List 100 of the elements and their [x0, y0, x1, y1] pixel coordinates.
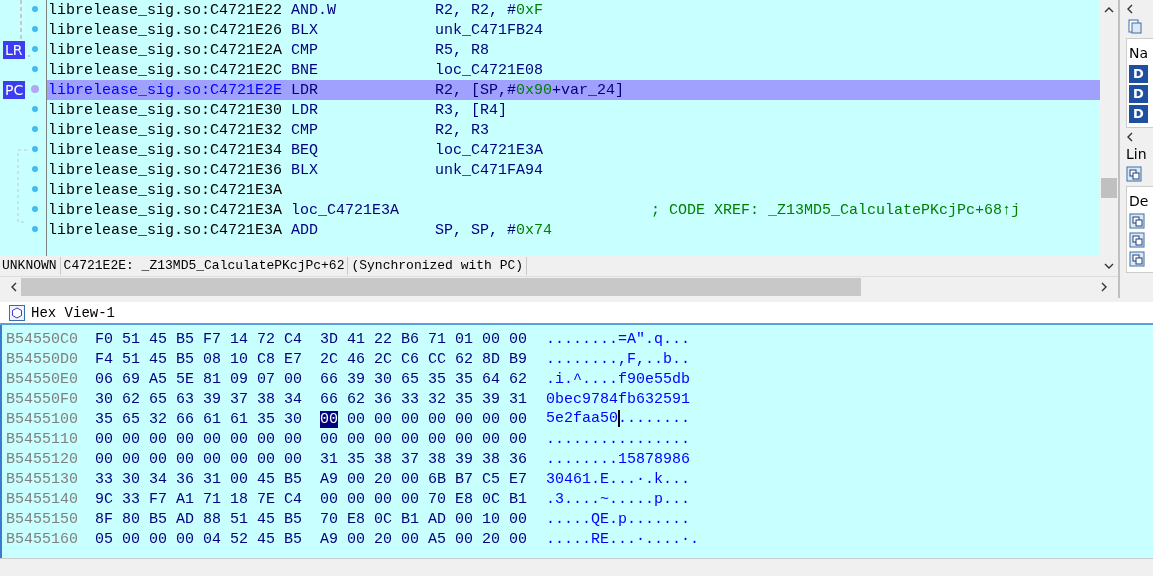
- hex-byte[interactable]: CC: [428, 350, 446, 368]
- hex-byte[interactable]: 00: [320, 490, 338, 508]
- hex-byte[interactable]: 35: [257, 410, 275, 428]
- hex-byte[interactable]: 00: [257, 450, 275, 468]
- hex-byte[interactable]: 00: [455, 410, 473, 428]
- hex-byte[interactable]: F0: [95, 330, 113, 348]
- hex-byte[interactable]: 6B: [428, 470, 446, 488]
- hex-byte[interactable]: 00: [347, 490, 365, 508]
- hex-byte[interactable]: 20: [374, 470, 392, 488]
- breakpoint-dot[interactable]: [32, 6, 38, 12]
- hex-byte[interactable]: 51: [122, 330, 140, 348]
- hex-byte[interactable]: C4: [284, 490, 302, 508]
- hex-byte[interactable]: 36: [176, 470, 194, 488]
- hex-byte[interactable]: 9C: [95, 490, 113, 508]
- scroll-left-icon[interactable]: [1126, 4, 1133, 14]
- hex-byte[interactable]: 41: [347, 330, 365, 348]
- breakpoint-dot[interactable]: [32, 26, 38, 32]
- hex-byte[interactable]: 00: [482, 410, 500, 428]
- hex-byte[interactable]: 46: [347, 350, 365, 368]
- hex-byte[interactable]: 00: [347, 410, 365, 428]
- hex-byte[interactable]: 72: [257, 330, 275, 348]
- hex-byte[interactable]: 45: [149, 330, 167, 348]
- hex-byte[interactable]: 0C: [374, 510, 392, 528]
- hex-byte[interactable]: 70: [320, 510, 338, 528]
- hex-byte[interactable]: 00: [122, 450, 140, 468]
- hex-byte[interactable]: 00: [230, 450, 248, 468]
- panel-title[interactable]: Hex View-1: [31, 304, 115, 321]
- copy-icon[interactable]: [1129, 213, 1145, 229]
- hex-byte[interactable]: A9: [320, 530, 338, 548]
- scroll-left-icon[interactable]: [1126, 132, 1133, 142]
- hex-byte[interactable]: A5: [428, 530, 446, 548]
- hex-byte[interactable]: 45: [257, 510, 275, 528]
- hex-byte[interactable]: 35: [455, 390, 473, 408]
- hex-byte[interactable]: 00: [509, 430, 527, 448]
- hex-byte[interactable]: 00: [347, 470, 365, 488]
- hex-byte[interactable]: 00: [149, 430, 167, 448]
- hex-byte[interactable]: 30: [284, 410, 302, 428]
- hex-byte[interactable]: 00: [203, 450, 221, 468]
- hex-byte[interactable]: 35: [455, 370, 473, 388]
- hex-byte[interactable]: 39: [455, 450, 473, 468]
- hex-byte[interactable]: 38: [374, 450, 392, 468]
- hex-byte[interactable]: 00: [428, 410, 446, 428]
- hex-byte[interactable]: 00: [509, 530, 527, 548]
- hex-byte[interactable]: 66: [320, 390, 338, 408]
- hex-byte[interactable]: 35: [347, 450, 365, 468]
- hex-byte[interactable]: B5: [176, 350, 194, 368]
- hex-byte[interactable]: 00: [176, 430, 194, 448]
- hex-byte[interactable]: 00: [401, 490, 419, 508]
- hex-byte[interactable]: 00: [149, 530, 167, 548]
- data-item-icon[interactable]: D: [1129, 65, 1148, 83]
- hex-byte[interactable]: 37: [230, 390, 248, 408]
- hex-byte[interactable]: B1: [509, 490, 527, 508]
- hex-byte[interactable]: 30: [122, 470, 140, 488]
- hex-byte[interactable]: 00: [284, 450, 302, 468]
- hex-byte[interactable]: 32: [428, 390, 446, 408]
- hex-byte[interactable]: 00: [374, 410, 392, 428]
- hex-byte[interactable]: 45: [257, 470, 275, 488]
- hex-byte[interactable]: E7: [284, 350, 302, 368]
- hex-byte[interactable]: 33: [122, 490, 140, 508]
- breakpoint-dot[interactable]: [32, 226, 38, 232]
- scroll-down-icon[interactable]: [1104, 263, 1114, 270]
- breakpoint-dot[interactable]: [32, 166, 38, 172]
- hex-byte[interactable]: E8: [455, 490, 473, 508]
- hex-byte[interactable]: 31: [509, 390, 527, 408]
- hex-byte[interactable]: 01: [455, 330, 473, 348]
- hex-byte[interactable]: 51: [122, 350, 140, 368]
- hex-byte[interactable]: 00: [401, 410, 419, 428]
- hex-byte[interactable]: 88: [203, 510, 221, 528]
- hex-byte[interactable]: 00: [176, 530, 194, 548]
- hex-byte[interactable]: 5E: [176, 370, 194, 388]
- hex-byte[interactable]: 61: [203, 410, 221, 428]
- hex-byte[interactable]: C8: [257, 350, 275, 368]
- hex-byte[interactable]: E8: [347, 510, 365, 528]
- hex-byte[interactable]: 63: [176, 390, 194, 408]
- hex-byte[interactable]: 45: [149, 350, 167, 368]
- hex-byte[interactable]: 80: [122, 510, 140, 528]
- hex-byte[interactable]: 64: [482, 370, 500, 388]
- hex-byte[interactable]: 39: [203, 390, 221, 408]
- hex-byte[interactable]: 06: [95, 370, 113, 388]
- hex-byte[interactable]: 00: [347, 430, 365, 448]
- copy-icon[interactable]: [1129, 232, 1145, 248]
- breakpoint-dot[interactable]: [31, 85, 39, 93]
- hex-byte[interactable]: 33: [95, 470, 113, 488]
- copy-icon[interactable]: [1126, 166, 1142, 182]
- hex-byte[interactable]: E7: [509, 470, 527, 488]
- hex-byte[interactable]: 00: [122, 530, 140, 548]
- hex-byte[interactable]: 00: [455, 530, 473, 548]
- hex-byte[interactable]: 71: [203, 490, 221, 508]
- hex-byte[interactable]: 18: [230, 490, 248, 508]
- hex-byte[interactable]: 34: [149, 470, 167, 488]
- hex-byte[interactable]: 31: [203, 470, 221, 488]
- hex-byte[interactable]: 62: [122, 390, 140, 408]
- hex-byte[interactable]: 00: [401, 530, 419, 548]
- hex-byte[interactable]: B5: [176, 330, 194, 348]
- hex-byte[interactable]: C4: [284, 330, 302, 348]
- hex-byte[interactable]: 00: [374, 490, 392, 508]
- hex-byte[interactable]: 14: [230, 330, 248, 348]
- hex-byte[interactable]: 00: [203, 430, 221, 448]
- hex-byte[interactable]: 33: [401, 390, 419, 408]
- scroll-left-icon[interactable]: [10, 282, 17, 292]
